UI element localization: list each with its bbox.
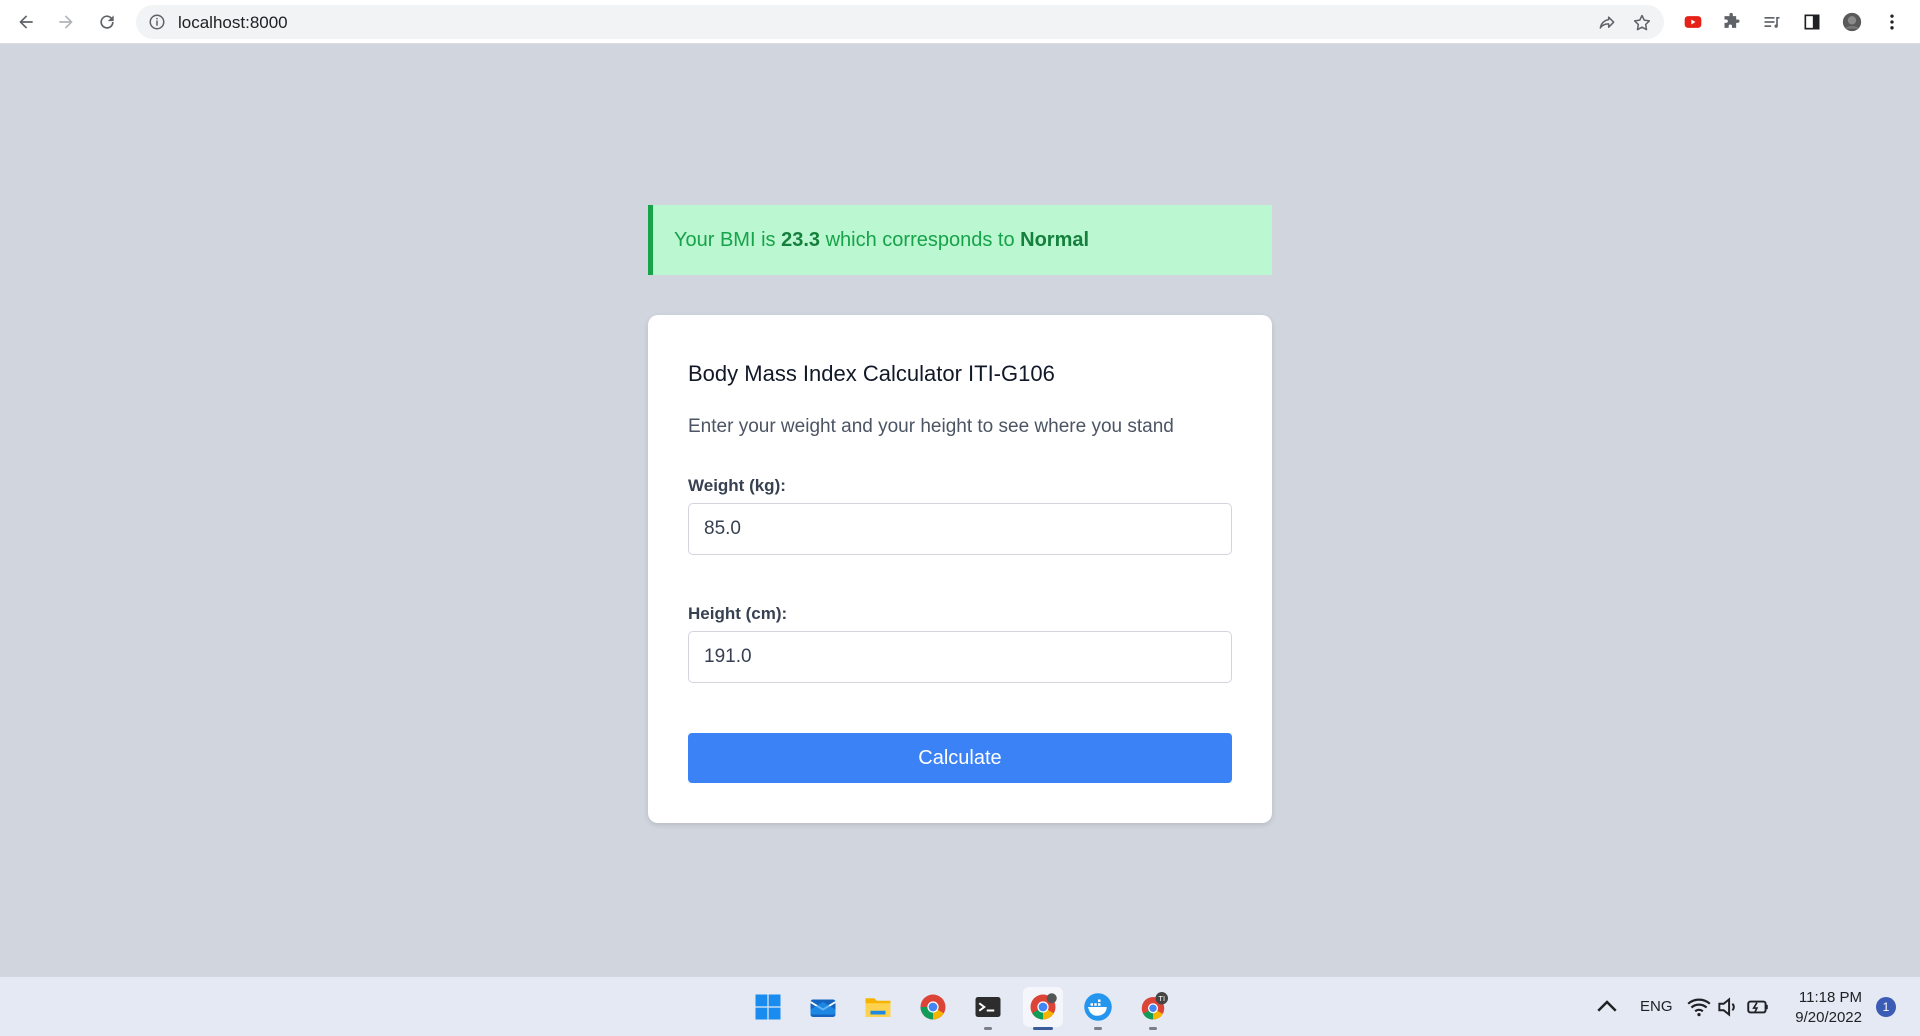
height-input[interactable] [688, 631, 1232, 683]
bmi-result-middle: which corresponds to [825, 229, 1015, 251]
terminal-icon[interactable] [968, 987, 1008, 1030]
notification-badge[interactable]: 1 [1876, 997, 1896, 1017]
battery-icon[interactable] [1745, 987, 1771, 1027]
page-title: Body Mass Index Calculator ITI-G106 [688, 361, 1055, 386]
bmi-result-prefix: Your BMI is [674, 229, 776, 251]
url-text[interactable]: localhost:8000 [178, 13, 288, 33]
language-indicator[interactable]: ENG [1640, 998, 1673, 1015]
chrome-ti-running-indicator [1149, 1027, 1157, 1030]
reading-list-icon[interactable] [1756, 6, 1788, 38]
forward-icon[interactable] [50, 6, 82, 38]
system-clock[interactable]: 11:18 PM 9/20/2022 [1795, 988, 1862, 1028]
mail-icon[interactable] [803, 987, 843, 1027]
weight-input[interactable] [688, 503, 1232, 555]
tray-overflow-chevron-icon[interactable] [1592, 987, 1622, 1027]
chrome-profile-badge: TI [1158, 994, 1165, 1003]
more-menu-icon[interactable] [1876, 6, 1908, 38]
chrome-icon[interactable] [913, 987, 953, 1027]
chrome-active-indicator [1033, 1027, 1053, 1030]
page-description: Enter your weight and your height to see… [688, 416, 1174, 437]
chrome-profile-icon[interactable] [1023, 987, 1063, 1030]
back-icon[interactable] [10, 6, 42, 38]
side-panel-icon[interactable] [1796, 6, 1828, 38]
wifi-icon[interactable] [1686, 987, 1712, 1027]
address-bar[interactable]: localhost:8000 [136, 5, 1664, 39]
bmi-result-alert: Your BMI is 23.3 which corresponds to No… [648, 205, 1272, 275]
terminal-running-indicator [984, 1027, 992, 1030]
clock-date: 9/20/2022 [1795, 1009, 1862, 1026]
docker-running-indicator [1094, 1027, 1102, 1030]
calculate-button[interactable]: Calculate [688, 733, 1232, 783]
reload-icon[interactable] [91, 6, 123, 38]
height-label: Height (cm): [688, 604, 788, 623]
weight-label: Weight (kg): [688, 476, 786, 495]
bmi-value: 23.3 [781, 229, 821, 251]
docker-icon[interactable] [1078, 987, 1118, 1030]
bookmark-star-icon[interactable] [1631, 12, 1653, 34]
share-icon[interactable] [1596, 12, 1618, 34]
bmi-calculator-card: Body Mass Index Calculator ITI-G106 Ente… [648, 315, 1272, 823]
chrome-ti-icon[interactable]: TI [1133, 987, 1173, 1030]
volume-icon[interactable] [1715, 987, 1741, 1027]
windows-taskbar: TI ENG 11:18 PM 9/20/2022 1 [0, 976, 1920, 1036]
site-info-icon[interactable] [148, 13, 166, 31]
bmi-result-text: Your BMI is 23.3 which corresponds to No… [674, 229, 1089, 252]
browser-toolbar: localhost:8000 [0, 0, 1920, 44]
extensions-puzzle-icon[interactable] [1716, 6, 1748, 38]
youtube-extension-icon[interactable] [1677, 6, 1709, 38]
windows-start-icon[interactable] [748, 987, 788, 1027]
bmi-category: Normal [1020, 229, 1090, 251]
clock-time: 11:18 PM [1798, 989, 1862, 1006]
profile-avatar[interactable] [1836, 6, 1868, 38]
file-explorer-icon[interactable] [858, 987, 898, 1027]
